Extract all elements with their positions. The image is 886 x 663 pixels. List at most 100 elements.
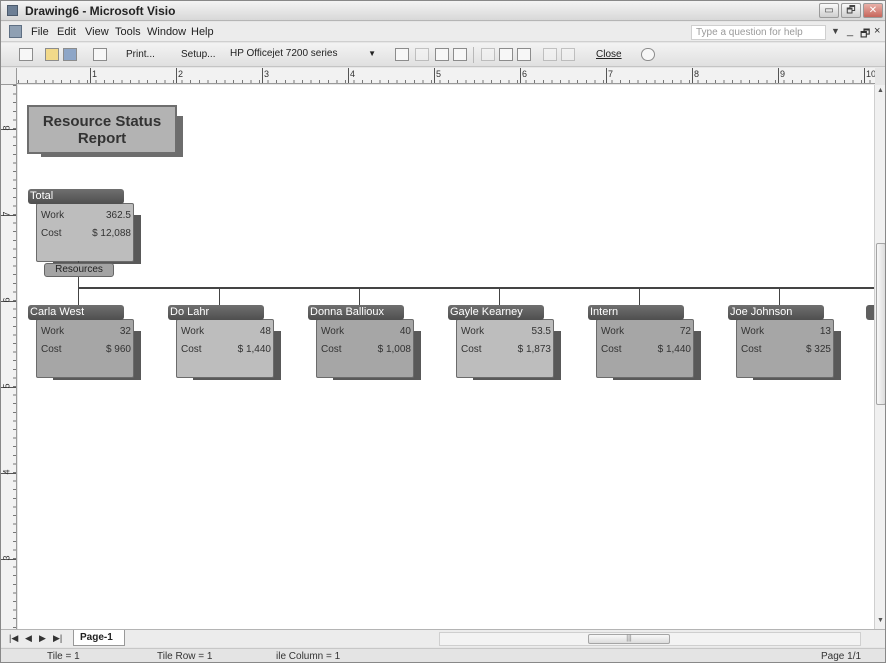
work-label: Work xyxy=(321,326,345,337)
resource-name: Do Lahr xyxy=(170,306,210,318)
last-page-button[interactable]: ▶| xyxy=(53,633,62,644)
cost-value: $ 1,440 xyxy=(237,344,271,355)
vertical-scroll-thumb[interactable] xyxy=(876,243,885,405)
tab-page-1[interactable]: Page-1 xyxy=(73,630,125,646)
menu-edit[interactable]: Edit xyxy=(57,26,76,38)
first-tile-icon[interactable] xyxy=(395,48,409,61)
connector-line xyxy=(499,287,500,306)
resource-node[interactable]: Joe Johnson Work 13 Cost $ 325 xyxy=(728,305,834,378)
zoom-in-icon[interactable] xyxy=(561,48,575,61)
resource-node[interactable]: Donna Ballioux Work 40 Cost $ 1,008 xyxy=(308,305,414,378)
menu-tools[interactable]: Tools xyxy=(115,26,141,38)
printer-dropdown-icon[interactable]: ▼ xyxy=(368,47,376,61)
horizontal-scroll-thumb[interactable]: ||| xyxy=(588,634,670,644)
cost-label: Cost xyxy=(601,344,622,355)
resource-node[interactable]: Do Lahr Work 48 Cost $ 1,440 xyxy=(168,305,274,378)
scroll-down-icon[interactable]: ▼ xyxy=(877,617,884,624)
resource-node[interactable]: Gayle Kearney Work 53.5 Cost $ 1,873 xyxy=(448,305,554,378)
menu-file[interactable]: File xyxy=(31,26,49,38)
ruler-label: 8 xyxy=(694,69,700,79)
ruler-tick xyxy=(864,68,865,83)
horizontal-ruler[interactable]: 1 2 3 4 5 6 7 8 9 10 xyxy=(1,68,875,84)
doc-close-button[interactable]: × xyxy=(874,25,880,37)
single-tile-icon[interactable] xyxy=(481,48,495,61)
ruler-label: 6 xyxy=(1,297,12,303)
cost-label: Cost xyxy=(41,228,62,239)
vertical-scrollbar[interactable]: ▲ ▼ xyxy=(874,85,885,629)
report-title-line1: Resource Status xyxy=(42,113,162,130)
title-bar: Drawing6 - Microsoft Visio ▭ 🗗 ✕ xyxy=(1,1,885,21)
help-icon[interactable] xyxy=(641,48,655,61)
total-node[interactable]: Total Work 362.5 Cost $ 12,088 xyxy=(28,189,134,262)
print-button[interactable]: Print... xyxy=(126,49,155,60)
next-page-button[interactable]: ▶ xyxy=(39,633,46,644)
ruler-corner[interactable] xyxy=(1,68,17,85)
menu-view[interactable]: View xyxy=(85,26,109,38)
work-value: 32 xyxy=(119,326,131,337)
window-title: Drawing6 - Microsoft Visio xyxy=(25,4,176,18)
previous-page-button[interactable]: ◀ xyxy=(25,633,32,644)
work-label: Work xyxy=(41,326,65,337)
ruler-label: 7 xyxy=(608,69,614,79)
open-icon[interactable] xyxy=(45,48,59,61)
previous-tile-icon[interactable] xyxy=(415,48,429,61)
report-title-line2: Report xyxy=(77,130,127,147)
ruler-tick xyxy=(176,68,177,83)
connector-bus xyxy=(78,287,874,289)
visio-window: Drawing6 - Microsoft Visio ▭ 🗗 ✕ File Ed… xyxy=(0,0,886,663)
next-tile-icon[interactable] xyxy=(435,48,449,61)
restore-button[interactable]: 🗗 xyxy=(841,3,861,18)
ruler-label: 9 xyxy=(780,69,786,79)
minimize-button[interactable]: ▭ xyxy=(819,3,839,18)
menu-bar: File Edit View Tools Window Help Type a … xyxy=(1,22,885,42)
ruler-label: 3 xyxy=(264,69,270,79)
ruler-tick xyxy=(606,68,607,83)
visio-app-icon[interactable] xyxy=(7,5,18,16)
resource-name: Intern xyxy=(590,306,619,318)
cost-value: $ 1,008 xyxy=(377,344,411,355)
print-icon[interactable] xyxy=(93,48,107,61)
last-tile-icon[interactable] xyxy=(453,48,467,61)
scroll-up-icon[interactable]: ▲ xyxy=(877,87,884,94)
drawing-canvas[interactable]: Resource Status Report Total Work 362.5 … xyxy=(18,85,874,629)
whole-page-icon[interactable] xyxy=(499,48,513,61)
zoom-out-icon[interactable] xyxy=(543,48,557,61)
resource-node-header: Carla West xyxy=(28,305,124,320)
horizontal-scrollbar[interactable]: ||| xyxy=(439,632,861,646)
help-dropdown-icon[interactable]: ▼ xyxy=(831,26,840,36)
close-window-button[interactable]: ✕ xyxy=(863,3,883,18)
vertical-ruler[interactable]: 8 7 6 5 4 3 xyxy=(1,85,17,629)
new-icon[interactable] xyxy=(19,48,33,61)
resource-node[interactable]: Carla West Work 32 Cost $ 960 xyxy=(28,305,134,378)
connector-line xyxy=(639,287,640,306)
work-value: 53.5 xyxy=(531,326,551,337)
printer-select[interactable]: HP Officejet 7200 series ▼ xyxy=(228,47,378,63)
report-title-shape[interactable]: Resource Status Report xyxy=(27,105,177,154)
cost-value: $ 1,440 xyxy=(657,344,691,355)
menu-window[interactable]: Window xyxy=(147,26,186,38)
total-node-title: Total xyxy=(30,190,54,202)
offscreen-resource-node[interactable] xyxy=(866,305,874,320)
doc-minimize-button[interactable]: _ xyxy=(847,25,853,37)
setup-button[interactable]: Setup... xyxy=(181,49,215,60)
resource-node-header: Joe Johnson xyxy=(728,305,824,320)
ruler-tick xyxy=(90,68,91,83)
ruler-label: 1 xyxy=(92,69,98,79)
menu-help[interactable]: Help xyxy=(191,26,214,38)
resources-category-box[interactable]: Resources xyxy=(44,263,114,277)
resource-node[interactable]: Intern Work 72 Cost $ 1,440 xyxy=(588,305,694,378)
cost-label: Cost xyxy=(461,344,482,355)
connector-line xyxy=(219,287,220,306)
printer-name: HP Officejet 7200 series xyxy=(230,48,338,59)
doc-restore-button[interactable]: 🗗 xyxy=(860,25,870,44)
work-label: Work xyxy=(741,326,765,337)
save-icon[interactable] xyxy=(63,48,77,61)
help-search-input[interactable]: Type a question for help xyxy=(691,25,826,40)
connector-line xyxy=(359,287,360,306)
resource-name: Donna Ballioux xyxy=(310,306,384,318)
close-preview-button[interactable]: Close xyxy=(596,49,622,60)
full-screen-icon[interactable] xyxy=(517,48,531,61)
document-icon[interactable] xyxy=(9,25,22,38)
ruler-tick xyxy=(778,68,779,83)
first-page-button[interactable]: |◀ xyxy=(9,633,18,644)
